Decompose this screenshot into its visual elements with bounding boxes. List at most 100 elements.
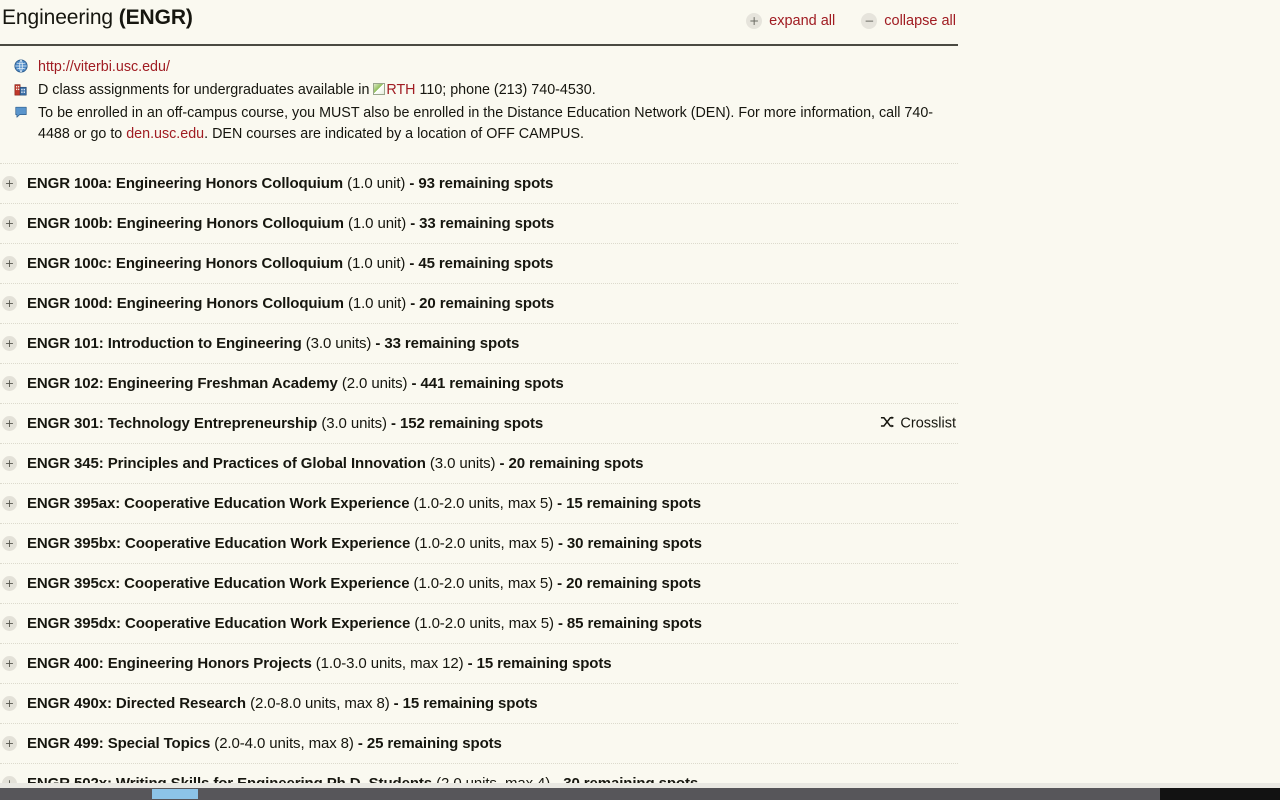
course-remaining-spots: - 15 remaining spots [557,495,701,512]
course-units: (1.0 unit) [348,295,406,312]
course-row[interactable]: + ENGR 100c: Engineering Honors Colloquiu… [0,244,958,284]
course-row[interactable]: + ENGR 395bx: Cooperative Education Work … [0,524,958,564]
course-units: (2.0-8.0 units, max 8) [250,695,390,712]
expand-course-icon[interactable]: + [2,576,17,591]
note-text-after: . DEN courses are indicated by a locatio… [204,126,584,142]
course-units: (2.0-4.0 units, max 8) [214,735,354,752]
expand-all-label: expand all [769,13,835,29]
course-remaining-spots: - 152 remaining spots [391,415,543,432]
course-row[interactable]: + ENGR 395dx: Cooperative Education Work … [0,604,958,644]
room-link-rth[interactable]: RTH [386,82,415,98]
expand-all-button[interactable]: + expand all [746,13,835,29]
course-row[interactable]: + ENGR 100a: Engineering Honors Colloquiu… [0,163,958,204]
course-label: ENGR 395bx: Cooperative Education Work E… [27,535,702,552]
expand-course-icon[interactable]: + [2,256,17,271]
course-title: ENGR 345: Principles and Practices of Gl… [27,455,426,472]
course-label: ENGR 490x: Directed Research (2.0-8.0 un… [27,695,538,712]
course-row[interactable]: +ENGR 100b: Engineering Honors Colloquiu… [0,204,958,244]
course-units: (1.0-2.0 units, max 5) [414,575,554,592]
course-label: ENGR 400: Engineering Honors Projects (1… [27,655,612,672]
course-label: ENGR 100a: Engineering Honors Colloquium… [27,175,553,192]
note-text-after: 110; phone (213) 740-4530. [416,82,596,98]
page-title: Engineering (ENGR) [2,6,193,30]
course-row[interactable]: + ENGR 345: Principles and Practices of G… [0,444,958,484]
expand-course-icon[interactable]: + [2,176,17,191]
header-actions: + expand all − collapse all [746,13,956,29]
course-units: (1.0-2.0 units, max 5) [414,615,554,632]
course-row[interactable]: + ENGR 499: Special Topics (2.0-4.0 units… [0,724,958,764]
expand-course-icon[interactable]: + [2,656,17,671]
expand-course-icon[interactable]: + [2,736,17,751]
course-title: ENGR 301: Technology Entrepreneurship [27,415,317,432]
course-title: ENGR 395dx: Cooperative Education Work E… [27,615,410,632]
course-units: (1.0-2.0 units, max 5) [414,495,554,512]
course-title: ENGR 100c: Engineering Honors Colloquium [27,255,343,272]
note-text: http://viterbi.usc.edu/ [38,57,170,78]
crosslist-badge[interactable]: Crosslist [880,414,956,433]
comment-bubble-icon [14,105,30,121]
department-notes: http://viterbi.usc.edu/ [0,46,958,155]
course-row[interactable]: + ENGR 395cx: Cooperative Education Work … [0,564,958,604]
course-title: ENGR 100a: Engineering Honors Colloquium [27,175,343,192]
os-taskbar[interactable] [0,788,1280,800]
collapse-all-label: collapse all [884,13,956,29]
course-remaining-spots: - 25 remaining spots [358,735,502,752]
course-row[interactable]: + ENGR 101: Introduction to Engineering (… [0,324,958,364]
expand-course-icon[interactable]: + [2,216,17,231]
expand-course-icon[interactable]: + [2,536,17,551]
course-remaining-spots: - 20 remaining spots [500,455,644,472]
course-remaining-spots: - 33 remaining spots [410,215,554,232]
department-name: Engineering [2,6,113,29]
course-units: (1.0-3.0 units, max 12) [316,655,464,672]
expand-course-icon[interactable]: + [2,696,17,711]
course-label: ENGR 395ax: Cooperative Education Work E… [27,495,701,512]
expand-course-icon[interactable]: + [2,376,17,391]
den-link[interactable]: den.usc.edu [126,126,204,142]
expand-course-icon[interactable]: + [2,336,17,351]
course-title: ENGR 101: Introduction to Engineering [27,335,302,352]
expand-course-icon[interactable]: + [2,296,17,311]
expand-course-icon[interactable]: + [2,416,17,431]
course-remaining-spots: - 15 remaining spots [394,695,538,712]
course-units: (1.0-2.0 units, max 5) [414,535,554,552]
globe-icon [14,59,30,75]
course-row[interactable]: + ENGR 102: Engineering Freshman Academy … [0,364,958,404]
department-website-link[interactable]: http://viterbi.usc.edu/ [38,59,170,75]
course-remaining-spots: - 45 remaining spots [409,255,553,272]
course-units: (3.0 units) [306,335,372,352]
collapse-all-button[interactable]: − collapse all [861,13,956,29]
note-text-before: D class assignments for undergraduates a… [38,82,373,98]
course-remaining-spots: - 93 remaining spots [409,175,553,192]
course-units: (1.0 unit) [347,175,405,192]
course-label: ENGR 345: Principles and Practices of Gl… [27,455,643,472]
course-title: ENGR 100d: Engineering Honors Colloquium [27,295,344,312]
course-row[interactable]: + ENGR 395ax: Cooperative Education Work … [0,484,958,524]
note-den-info: To be enrolled in an off-campus course, … [2,103,958,145]
expand-course-icon[interactable]: + [2,616,17,631]
course-title: ENGR 395cx: Cooperative Education Work E… [27,575,409,592]
course-remaining-spots: - 30 remaining spots [558,535,702,552]
course-title: ENGR 400: Engineering Honors Projects [27,655,312,672]
course-remaining-spots: - 20 remaining spots [410,295,554,312]
course-label: ENGR 395cx: Cooperative Education Work E… [27,575,701,592]
course-row[interactable]: + ENGR 400: Engineering Honors Projects (… [0,644,958,684]
course-label: ENGR 395dx: Cooperative Education Work E… [27,615,702,632]
taskbar-dark-region [1160,788,1280,800]
expand-course-icon[interactable]: + [2,496,17,511]
course-title: ENGR 490x: Directed Research [27,695,246,712]
department-code: (ENGR) [119,6,193,29]
note-text: To be enrolled in an off-campus course, … [38,103,958,145]
minus-circle-icon: − [861,13,877,29]
plus-circle-icon: + [746,13,762,29]
course-title: ENGR 395ax: Cooperative Education Work E… [27,495,409,512]
expand-course-icon[interactable]: + [2,456,17,471]
course-row[interactable]: + ENGR 100d: Engineering Honors Colloquiu… [0,284,958,324]
course-units: (1.0 unit) [348,215,406,232]
taskbar-active-window[interactable] [152,789,198,799]
course-label: ENGR 102: Engineering Freshman Academy (… [27,375,564,392]
course-row[interactable]: + ENGR 490x: Directed Research (2.0-8.0 u… [0,684,958,724]
page-root: Engineering (ENGR) + expand all − collap… [0,0,1280,800]
course-row[interactable]: +ENGR 301: Technology Entrepreneurship (… [0,404,958,444]
course-label: ENGR 499: Special Topics (2.0-4.0 units,… [27,735,502,752]
course-units: (2.0 units) [342,375,408,392]
